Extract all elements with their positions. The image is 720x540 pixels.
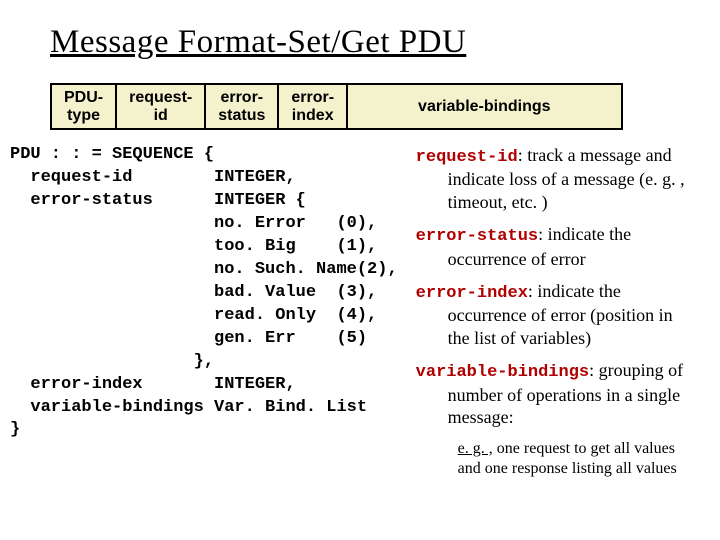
- keyword: variable-bindings: [416, 363, 589, 382]
- slide: Message Format-Set/Get PDU PDU- type req…: [0, 0, 720, 540]
- asn-column: PDU : : = SEQUENCE { request-id INTEGER,…: [50, 144, 398, 442]
- cell-line: id: [154, 107, 168, 124]
- pdu-cell-variable-bindings: variable-bindings: [347, 84, 621, 129]
- asn-definition: PDU : : = SEQUENCE { request-id INTEGER,…: [10, 144, 398, 442]
- cell-line: variable-bindings: [418, 98, 550, 115]
- pdu-cell-error-index: error- index: [278, 84, 347, 129]
- cell-line: request-: [129, 89, 192, 106]
- keyword: error-status: [416, 227, 538, 246]
- pdu-cell-error-status: error- status: [205, 84, 278, 129]
- pdu-structure-table: PDU- type request- id error- status erro…: [50, 83, 623, 130]
- cell-line: error-: [220, 89, 263, 106]
- cell-line: index: [292, 107, 334, 124]
- keyword: error-index: [416, 284, 528, 303]
- desc-request-id: request-id: track a message and indicate…: [416, 144, 696, 213]
- example-lead: e. g. ,: [458, 440, 493, 457]
- slide-title: Message Format-Set/Get PDU: [50, 24, 696, 61]
- description-list: request-id: track a message and indicate…: [416, 144, 696, 479]
- cell-line: error-: [291, 89, 334, 106]
- cell-line: PDU-: [64, 89, 103, 106]
- content-columns: PDU : : = SEQUENCE { request-id INTEGER,…: [50, 144, 696, 479]
- desc-error-status: error-status: indicate the occurrence of…: [416, 223, 696, 270]
- description-column: request-id: track a message and indicate…: [416, 144, 696, 479]
- cell-line: status: [218, 107, 265, 124]
- table-row: PDU- type request- id error- status erro…: [51, 84, 622, 129]
- desc-variable-bindings: variable-bindings: grouping of number of…: [416, 359, 696, 428]
- cell-line: type: [67, 107, 100, 124]
- desc-error-index: error-index: indicate the occurrence of …: [416, 280, 696, 349]
- keyword: request-id: [416, 148, 518, 167]
- pdu-cell-request-id: request- id: [116, 84, 205, 129]
- pdu-cell-type: PDU- type: [51, 84, 116, 129]
- desc-sub-example: e. g. , one request to get all values an…: [416, 439, 696, 479]
